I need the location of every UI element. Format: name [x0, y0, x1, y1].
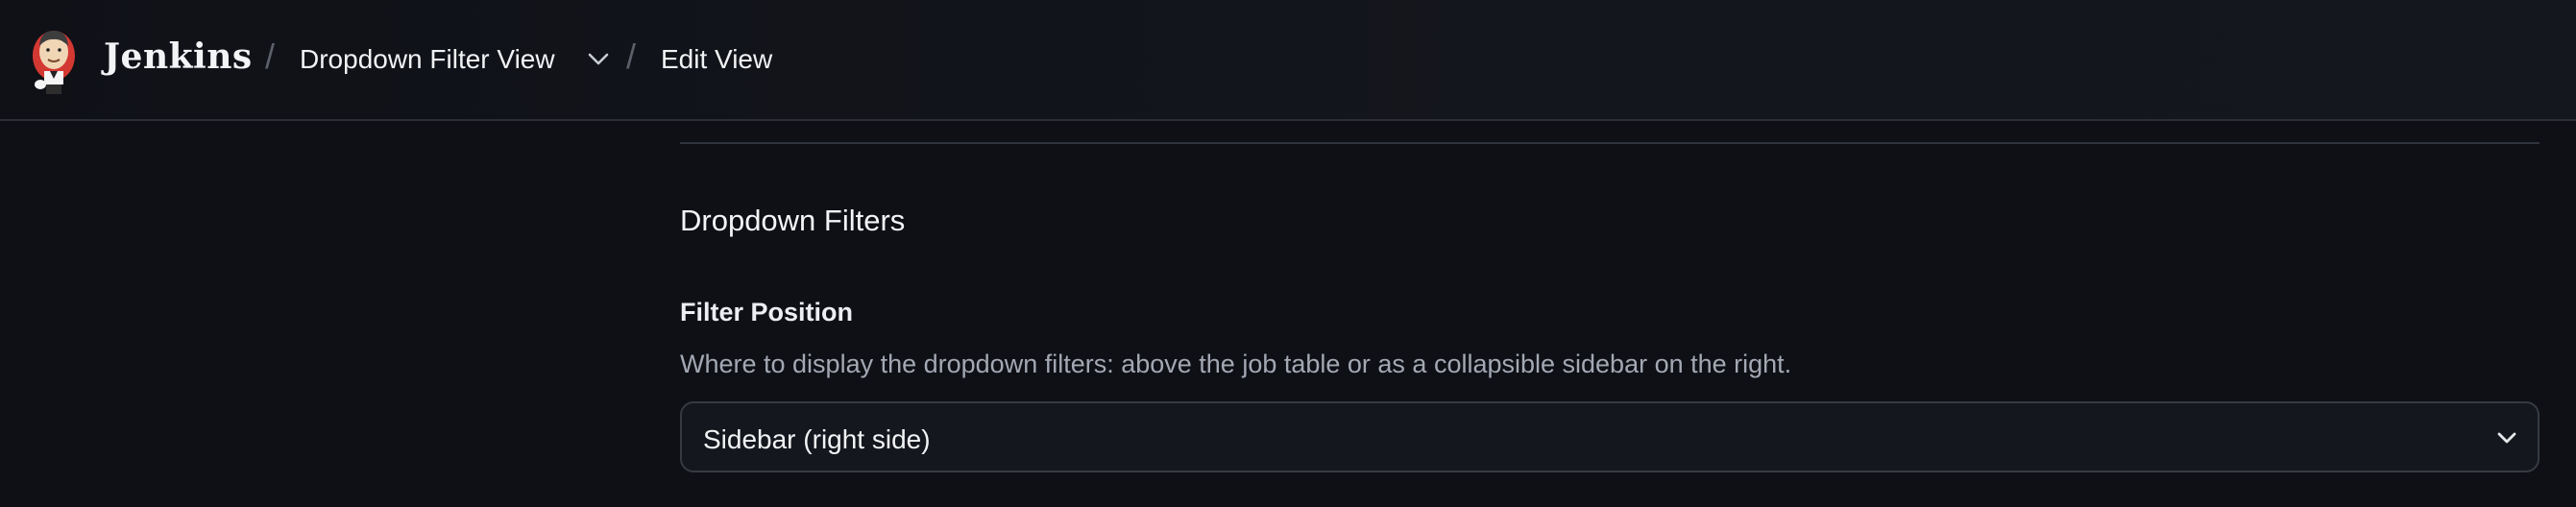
- breadcrumb-separator: /: [265, 36, 276, 76]
- chevron-down-icon[interactable]: [586, 48, 611, 69]
- jenkins-logo-icon[interactable]: [27, 23, 81, 96]
- filter-position-selected-value: Sidebar (right side): [703, 424, 931, 454]
- filter-position-select[interactable]: Sidebar (right side): [680, 401, 2540, 472]
- breadcrumb-dropdown-filter-view[interactable]: Dropdown Filter View: [300, 44, 555, 75]
- brand-name[interactable]: Jenkins: [104, 36, 253, 77]
- section-divider: [680, 142, 2540, 144]
- filter-position-label: Filter Position: [680, 298, 854, 326]
- section-title: Dropdown Filters: [680, 204, 906, 237]
- chevron-down-icon: [2497, 432, 2516, 444]
- filter-position-description: Where to display the dropdown filters: a…: [680, 350, 1792, 378]
- breadcrumb-separator: /: [626, 36, 637, 76]
- breadcrumb-edit-view[interactable]: Edit View: [661, 44, 772, 75]
- top-header: Jenkins / Dropdown Filter View / Edit Vi…: [0, 0, 2576, 121]
